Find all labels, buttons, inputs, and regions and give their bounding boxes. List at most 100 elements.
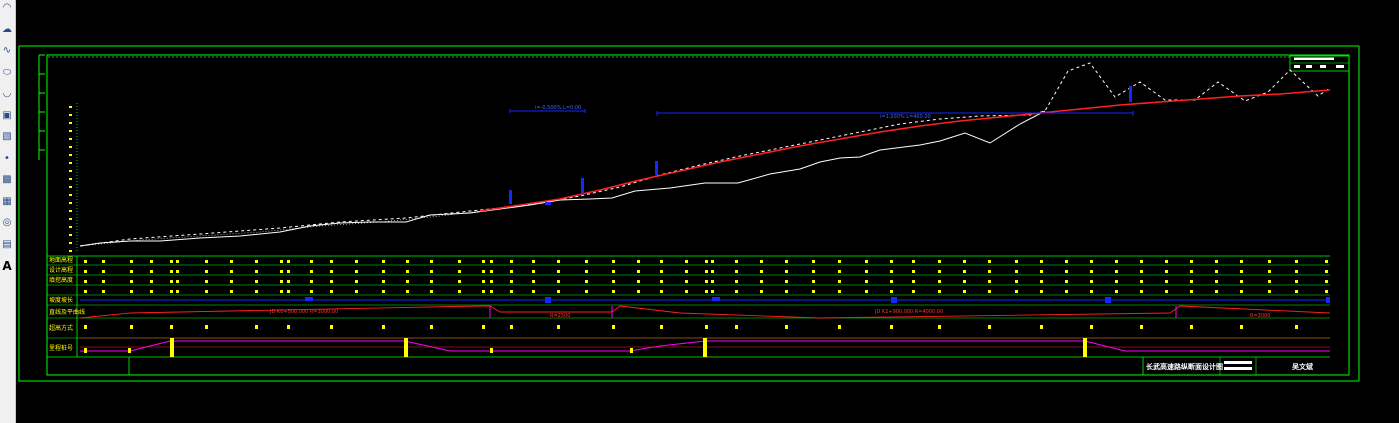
table-tick: [458, 290, 461, 293]
table-tick: [785, 280, 788, 283]
station-tick: [482, 325, 485, 329]
gradient-tool-icon[interactable]: ▦: [1, 196, 13, 208]
point-tool-icon[interactable]: •: [1, 153, 13, 165]
table-tick: [170, 290, 173, 293]
table-tick: [685, 270, 688, 273]
table-tick: [1165, 290, 1168, 293]
table-tick: [838, 280, 841, 283]
table-tick: [130, 280, 133, 283]
table-tick: [612, 280, 615, 283]
axis-tick: [69, 186, 72, 188]
table-tick: [705, 280, 708, 283]
revcloud-tool-icon[interactable]: ☁: [1, 24, 13, 36]
arc-tool-icon[interactable]: ◠: [1, 2, 13, 14]
table-tick: [1115, 290, 1118, 293]
table-tick: [637, 260, 640, 263]
table-tick: [510, 280, 513, 283]
station-tick: [382, 325, 385, 329]
table-tick: [735, 280, 738, 283]
insert-block-icon[interactable]: ▣: [1, 110, 13, 122]
table-tick: [1325, 260, 1328, 263]
station-tick: [84, 325, 87, 329]
table-tick: [490, 260, 493, 263]
table-tick: [255, 290, 258, 293]
table-tool-icon[interactable]: ▤: [1, 239, 13, 251]
table-tick: [1065, 270, 1068, 273]
table-tick: [287, 270, 290, 273]
station-tick: [287, 325, 290, 329]
table-tick: [1295, 270, 1298, 273]
ellipse-arc-tool-icon[interactable]: ◡: [1, 88, 13, 100]
draw-toolbar: ◠ ☁ ∿ ⬭ ◡ ▣ ▧ • ▩ ▦ ◎ ▤ A: [0, 0, 16, 423]
drawing-canvas[interactable]: i=-0.500% L=0.00 i=1.200% L=400.00 地面高程 …: [16, 0, 1399, 423]
table-tick: [1140, 260, 1143, 263]
table-tick: [510, 260, 513, 263]
axis-tick: [69, 162, 72, 164]
station-tick: [1090, 325, 1093, 329]
table-tick: [490, 280, 493, 283]
table-tick: [458, 280, 461, 283]
drawing-title: 长武高速路纵断面设计图: [1146, 362, 1223, 371]
table-tick: [532, 290, 535, 293]
hatch-tool-icon[interactable]: ▩: [1, 174, 13, 186]
table-tick: [760, 260, 763, 263]
table-tick: [812, 260, 815, 263]
table-tick: [865, 290, 868, 293]
table-tick: [150, 280, 153, 283]
table-tick: [838, 290, 841, 293]
table-tick: [102, 260, 105, 263]
slope-label-2: i=1.200% L=400.00: [880, 114, 931, 120]
table-tick: [310, 260, 313, 263]
table-tick: [1240, 270, 1243, 273]
table-tick: [890, 290, 893, 293]
table-tick: [482, 290, 485, 293]
table-tick: [1268, 260, 1271, 263]
table-tick: [938, 290, 941, 293]
region-tool-icon[interactable]: ◎: [1, 217, 13, 229]
table-tick: [1268, 280, 1271, 283]
table-tick: [1165, 280, 1168, 283]
design-grade-line: [479, 89, 1331, 212]
table-tick: [382, 280, 385, 283]
table-tick: [230, 260, 233, 263]
table-tick: [1215, 280, 1218, 283]
slope-label-1: i=-0.500% L=0.00: [535, 105, 581, 111]
table-tick: [382, 290, 385, 293]
ellipse-tool-icon[interactable]: ⬭: [1, 67, 13, 79]
table-tick: [84, 270, 87, 273]
table-tick: [705, 290, 708, 293]
table-tick: [963, 290, 966, 293]
station-tick: [330, 325, 333, 329]
table-tick: [685, 290, 688, 293]
table-tick: [287, 290, 290, 293]
spline-tool-icon[interactable]: ∿: [1, 45, 13, 57]
axis-tick: [69, 242, 72, 244]
table-tick: [1240, 260, 1243, 263]
table-tick: [1015, 290, 1018, 293]
table-tick: [482, 270, 485, 273]
table-tick: [430, 260, 433, 263]
table-tick: [150, 260, 153, 263]
table-tick: [482, 260, 485, 263]
make-block-icon[interactable]: ▧: [1, 131, 13, 143]
table-tick: [430, 270, 433, 273]
table-tick: [585, 260, 588, 263]
row-label-ground: 地面高程: [49, 256, 73, 264]
table-tick: [988, 270, 991, 273]
curve-label-1: JD K0+500.000 R=3000.00: [269, 309, 338, 315]
table-tick: [1040, 280, 1043, 283]
title-block-bottom: 长武高速路纵断面设计图 吴文斌: [1142, 357, 1313, 375]
table-tick: [355, 260, 358, 263]
structure-markers: [509, 86, 1132, 205]
table-tick: [310, 290, 313, 293]
table-tick: [711, 280, 714, 283]
axis-tick: [69, 250, 72, 252]
mtext-tool-icon[interactable]: A: [1, 260, 13, 272]
axis-tick: [69, 106, 72, 108]
table-tick: [406, 280, 409, 283]
table-tick: [310, 270, 313, 273]
table-tick: [1015, 280, 1018, 283]
table-tick: [1090, 280, 1093, 283]
table-tick: [760, 280, 763, 283]
axis-tick: [69, 234, 72, 236]
